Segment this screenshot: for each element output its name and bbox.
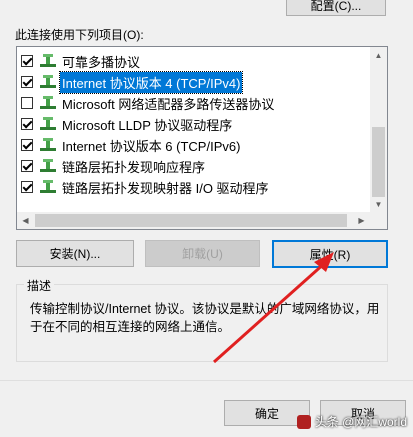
list-item[interactable]: Internet 协议版本 4 (TCP/IPv4) [21,70,361,94]
description-line-2: 于在不同的相互连接的网络上通信。 [30,320,231,334]
item-label: Microsoft LLDP 协议驱动程序 [62,117,233,133]
item-label: 链路层拓扑发现映射器 I/O 驱动程序 [62,180,269,196]
horizontal-scrollbar[interactable]: ◀ ▶ [17,212,370,229]
install-button[interactable]: 安装(N)... [16,240,134,267]
watermark: 头条 @网汇world [296,413,407,430]
scroll-down-arrow-icon[interactable]: ▼ [370,196,387,213]
network-component-icon [40,54,56,67]
items-list[interactable]: 可靠多播协议 Internet 协议版本 4 (TCP/IPv4) Microsof… [16,46,388,230]
uninstall-button[interactable]: 卸载(U) [145,240,260,267]
item-checkbox[interactable] [21,55,33,67]
item-checkbox[interactable] [21,76,33,88]
list-item[interactable]: 可靠多播协议 [21,51,361,71]
description-line-1: 传输控制协议/Internet 协议。该协议是默认的广域网络协议，用 [30,302,380,316]
scroll-left-arrow-icon[interactable]: ◀ [17,212,34,229]
configure-button[interactable]: 配置(C)... [286,0,386,16]
network-component-icon [40,117,56,130]
scroll-right-arrow-icon[interactable]: ▶ [353,212,370,229]
network-component-icon [40,159,56,172]
list-item[interactable]: 链路层拓扑发现响应程序 [21,156,361,176]
items-list-label: 此连接使用下列项目(O): [15,28,144,42]
description-title: 描述 [24,277,55,294]
item-label: Microsoft 网络适配器多路传送器协议 [62,96,275,112]
network-component-icon [40,96,56,109]
list-item[interactable]: Microsoft LLDP 协议驱动程序 [21,114,361,134]
network-component-icon [40,138,56,151]
item-label: 链路层拓扑发现响应程序 [62,159,206,175]
vertical-scrollbar[interactable]: ▲ ▼ [370,47,387,213]
item-checkbox[interactable] [21,118,33,130]
item-checkbox[interactable] [21,139,33,151]
list-item[interactable]: 链路层拓扑发现映射器 I/O 驱动程序 [21,177,361,197]
scroll-up-arrow-icon[interactable]: ▲ [370,47,387,64]
item-label: Internet 协议版本 6 (TCP/IPv6) [62,138,241,154]
horizontal-scroll-thumb[interactable] [35,214,347,227]
item-label: 可靠多播协议 [62,54,141,70]
vertical-scroll-thumb[interactable] [372,127,385,197]
list-item[interactable]: Microsoft 网络适配器多路传送器协议 [21,93,361,113]
item-label: Internet 协议版本 4 (TCP/IPv4) [58,70,244,94]
item-checkbox[interactable] [21,160,33,172]
item-checkbox[interactable] [21,181,33,193]
item-checkbox[interactable] [21,97,33,109]
network-component-icon [40,75,56,88]
description-text: 传输控制协议/Internet 协议。该协议是默认的广域网络协议，用 于在不同的… [30,300,380,336]
list-item[interactable]: Internet 协议版本 6 (TCP/IPv6) [21,135,361,155]
watermark-text: 头条 @网汇world [314,415,407,429]
network-component-icon [40,180,56,193]
scroll-corner [370,212,387,229]
properties-button[interactable]: 属性(R) [272,240,388,268]
watermark-logo-icon [296,414,311,429]
